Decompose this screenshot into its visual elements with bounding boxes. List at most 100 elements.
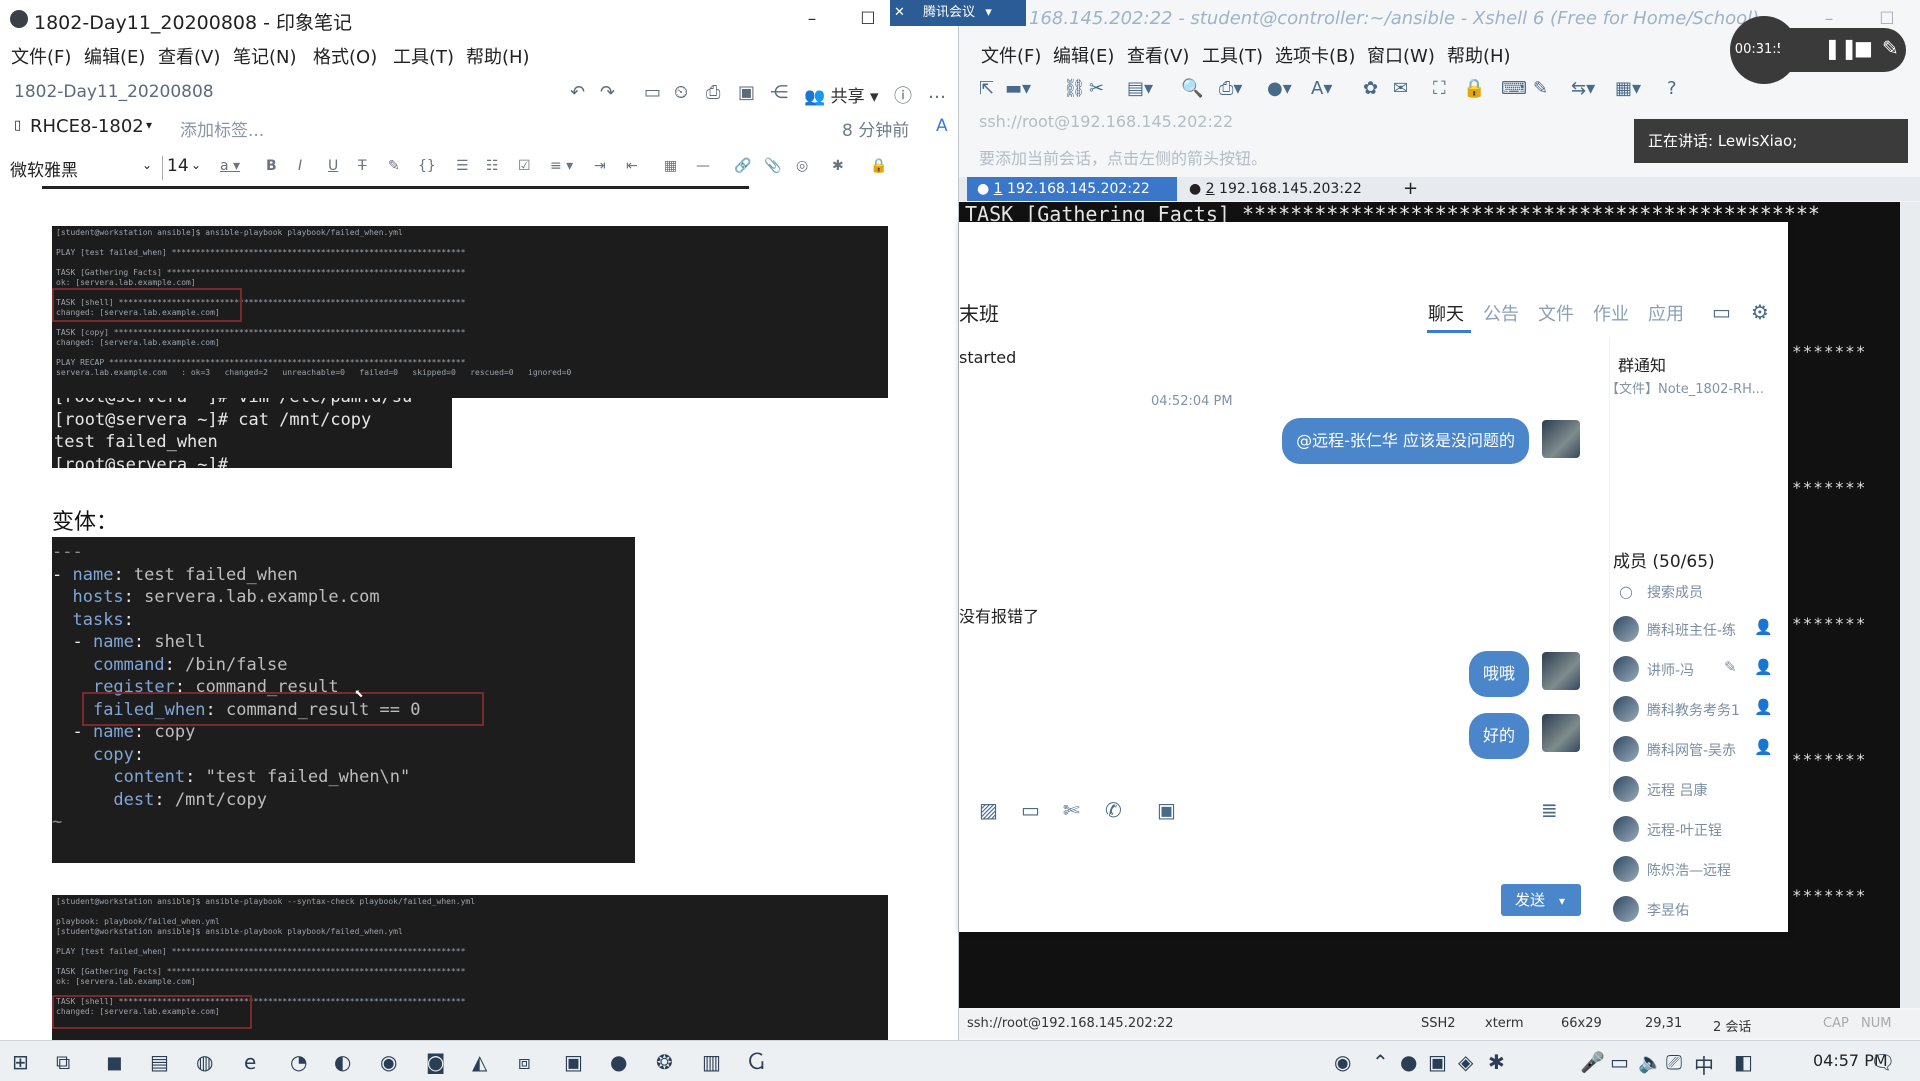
fullscreen-icon[interactable]: ⛶ (1433, 78, 1446, 99)
member-item[interactable]: 李昱佑 (1647, 900, 1689, 920)
lock-icon[interactable]: 🔒 (870, 158, 887, 174)
terminal-scrollbar[interactable] (1900, 202, 1920, 1008)
horizontal-rule-icon[interactable]: — (696, 158, 710, 174)
tray-icon[interactable]: ▣ (1428, 1050, 1447, 1074)
member-item[interactable]: 腾科班主任-练 (1647, 620, 1736, 640)
xmanager-icon[interactable]: ✉ (1393, 78, 1408, 99)
tab-announcement[interactable]: 公告 (1483, 300, 1519, 326)
app-icon[interactable]: ▥ (702, 1050, 721, 1074)
globe-icon[interactable]: ●▾ (1267, 78, 1292, 99)
xftp-icon[interactable]: ✿ (1363, 78, 1378, 99)
app-icon[interactable]: Ⴚ (748, 1050, 764, 1074)
xs-menu-help[interactable]: 帮助(H) (1447, 42, 1511, 68)
gear-icon[interactable]: ⚙ (1751, 300, 1769, 324)
transfer-icon[interactable]: ⇆▾ (1571, 78, 1595, 99)
xs-menu-view[interactable]: 查看(V) (1127, 42, 1189, 68)
xs-menu-edit[interactable]: 编辑(E) (1053, 42, 1114, 68)
xs-menu-file[interactable]: 文件(F) (981, 42, 1041, 68)
maximize-icon[interactable]: ☐ (850, 6, 886, 32)
minimize-icon[interactable]: – (794, 6, 830, 32)
info-icon[interactable]: ⓘ (894, 82, 912, 108)
print-icon[interactable]: ⎙ (706, 82, 720, 103)
reconnect-icon[interactable]: ⛓ (1063, 78, 1086, 99)
volume-icon[interactable]: 🔈 (1638, 1050, 1663, 1074)
new-session-icon[interactable]: ⇱ (979, 78, 994, 99)
bold-icon[interactable]: B (266, 158, 277, 174)
menu-note[interactable]: 笔记(N) (233, 43, 297, 69)
notebook-selector[interactable]: RHCE8-1802 (30, 116, 144, 137)
battery-icon[interactable]: ▭ (1610, 1050, 1629, 1074)
search-members-input[interactable]: 搜索成员 (1647, 582, 1703, 602)
member-item[interactable]: 讲师-冯 (1647, 660, 1694, 680)
member-item[interactable]: 腾科教务考务1 (1647, 700, 1740, 720)
link-icon[interactable]: 🔗 (734, 158, 751, 174)
screenshot-icon[interactable]: ✄ (1063, 798, 1080, 822)
windows-start-icon[interactable]: ⊞ (12, 1050, 29, 1074)
menu-help[interactable]: 帮助(H) (466, 43, 530, 69)
app-icon[interactable]: ◍ (196, 1050, 213, 1074)
font-color-icon[interactable]: a ▾ (220, 158, 240, 174)
table-icon[interactable]: ▦ (664, 158, 677, 174)
phone-icon[interactable]: ✆ (1105, 798, 1122, 822)
share-link-icon[interactable]: ⋲ (770, 82, 788, 103)
tab-files[interactable]: 文件 (1538, 300, 1574, 326)
reminder-icon[interactable]: ⏲ (674, 82, 688, 103)
pen-icon[interactable]: ✎ (1882, 36, 1899, 60)
tab-homework[interactable]: 作业 (1593, 300, 1629, 326)
task-view-icon[interactable]: ⧉ (56, 1050, 70, 1074)
share-button[interactable]: 👥 共享 ▾ (804, 82, 879, 107)
find-icon[interactable]: 🔍 (1181, 78, 1203, 99)
keyboard-icon[interactable]: ⌨ (1501, 78, 1527, 99)
italic-icon[interactable]: I (298, 158, 302, 174)
tray-icon[interactable]: ◉ (1334, 1050, 1351, 1074)
network-icon[interactable]: ⎚ (1666, 1050, 1682, 1074)
properties-icon[interactable]: ▤▾ (1127, 78, 1153, 99)
xs-menu-window[interactable]: 窗口(W) (1367, 42, 1435, 68)
tray-icon[interactable]: ● (1400, 1050, 1417, 1074)
outdent-icon[interactable]: ⇤ (626, 158, 638, 174)
record-icon[interactable]: ◎ (796, 158, 808, 174)
help-icon[interactable]: ? (1667, 78, 1677, 99)
align-icon[interactable]: ≡ ▾ (550, 158, 573, 174)
app-icon[interactable]: ❂ (656, 1050, 673, 1074)
app-icon[interactable]: ◐ (334, 1050, 351, 1074)
xs-menu-tools[interactable]: 工具(T) (1202, 42, 1263, 68)
redo-icon[interactable]: ↷ (600, 82, 615, 103)
font-family-select[interactable]: 微软雅黑 ⌄ (10, 156, 156, 181)
microphone-icon[interactable]: 🎤 (1580, 1050, 1605, 1074)
ime-icon[interactable]: 中 (1694, 1050, 1714, 1079)
font-icon[interactable]: A▾ (1311, 78, 1332, 99)
menu-view[interactable]: 查看(V) (158, 43, 220, 69)
edge-icon[interactable]: e (244, 1050, 256, 1074)
open-folder-icon[interactable]: ▬▾ (1005, 78, 1031, 99)
more-icon[interactable]: … (928, 82, 946, 103)
app-icon[interactable]: ◉ (380, 1050, 397, 1074)
disconnect-icon[interactable]: ✂ (1089, 78, 1104, 99)
tab-session-1[interactable]: ● 1 192.168.145.202:22 (967, 177, 1177, 201)
image-icon[interactable]: ▨ (979, 798, 998, 822)
tray-icon[interactable]: ◈ (1458, 1050, 1473, 1074)
tab-chat[interactable]: 聊天 (1428, 300, 1464, 326)
checklist-icon[interactable]: ☑ (518, 158, 531, 174)
tab-apps[interactable]: 应用 (1648, 300, 1684, 326)
meeting-button[interactable]: ✕ 腾讯会议 ▾ (890, 0, 1026, 26)
menu-format[interactable]: 格式(O) (313, 43, 377, 69)
stop-icon[interactable]: ■ (1854, 36, 1873, 60)
menu-tools[interactable]: 工具(T) (393, 43, 454, 69)
send-button[interactable]: 发送 ▾ (1501, 884, 1581, 916)
undo-icon[interactable]: ↶ (570, 82, 585, 103)
address-bar[interactable]: ssh://root@192.168.145.202:22 (979, 112, 1233, 131)
strikethrough-icon[interactable]: T (358, 158, 367, 174)
folder-icon[interactable]: ▭ (1021, 798, 1040, 822)
indent-icon[interactable]: ⇥ (594, 158, 606, 174)
member-item[interactable]: 远程 吕康 (1647, 780, 1707, 800)
member-item[interactable]: 陈炽浩—远程 (1647, 860, 1731, 880)
xs-menu-tabs[interactable]: 选项卡(B) (1275, 42, 1355, 68)
present-icon[interactable]: ▭ (644, 82, 661, 103)
attachment-icon[interactable]: 📎 (764, 158, 781, 174)
print-icon[interactable]: ⎙▾ (1219, 78, 1242, 99)
chevron-up-icon[interactable]: ⌃ (1372, 1050, 1389, 1074)
clear-format-icon[interactable]: ✱ (832, 158, 844, 174)
notification-icon[interactable]: 🗨 (1870, 1050, 1895, 1074)
app-icon[interactable]: ▣ (564, 1050, 583, 1074)
